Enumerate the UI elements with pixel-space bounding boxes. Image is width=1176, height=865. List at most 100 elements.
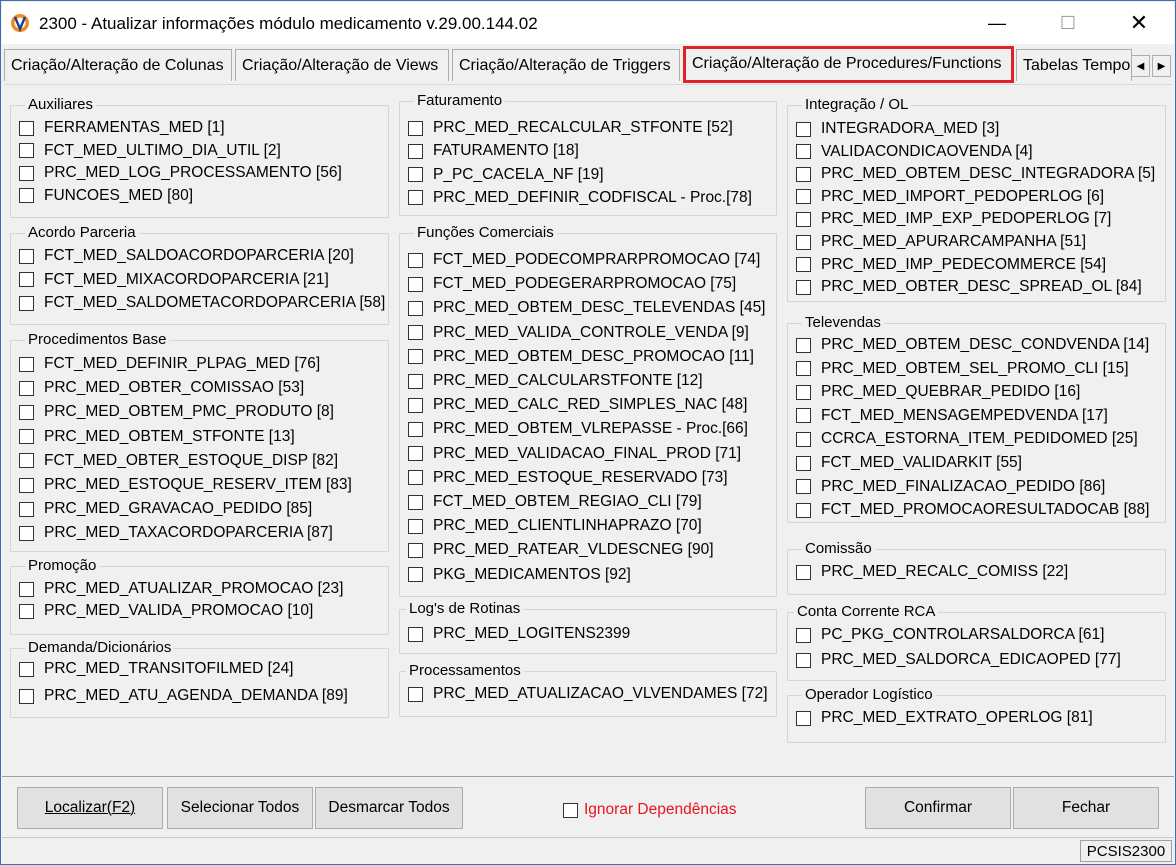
checkbox[interactable] — [796, 211, 811, 227]
checkbox-item[interactable]: PRC_MED_QUEBRAR_PEDIDO [16] — [796, 382, 1080, 402]
checkbox[interactable] — [19, 188, 34, 204]
checkbox-item[interactable]: P_PC_CACELA_NF [19] — [408, 165, 604, 185]
checkbox-item[interactable]: PRC_MED_OBTER_DESC_SPREAD_OL [84] — [796, 277, 1142, 297]
checkbox[interactable] — [408, 470, 423, 486]
checkbox[interactable] — [796, 166, 811, 182]
checkbox[interactable] — [19, 248, 34, 264]
checkbox[interactable] — [19, 581, 34, 597]
checkbox[interactable] — [19, 356, 34, 372]
checkbox[interactable] — [408, 143, 423, 159]
checkbox-item[interactable]: PRC_MED_OBTEM_DESC_PROMOCAO [11] — [408, 347, 754, 367]
checkbox[interactable] — [796, 361, 811, 377]
checkbox-item[interactable]: PRC_MED_ATUALIZAR_PROMOCAO [23] — [19, 579, 343, 599]
checkbox-item[interactable]: FATURAMENTO [18] — [408, 141, 579, 161]
checkbox[interactable] — [796, 455, 811, 471]
checkbox-item[interactable]: FCT_MED_ULTIMO_DIA_UTIL [2] — [19, 141, 281, 161]
tab-colunas[interactable]: Criação/Alteração de Colunas — [4, 49, 232, 81]
minimize-button[interactable]: — — [974, 2, 1020, 44]
checkbox-item[interactable]: PRC_MED_ESTOQUE_RESERVADO [73] — [408, 468, 728, 488]
checkbox-item[interactable]: FUNCOES_MED [80] — [19, 186, 193, 206]
checkbox[interactable] — [796, 502, 811, 518]
checkbox-item[interactable]: FCT_MED_PODECOMPRARPROMOCAO [74] — [408, 250, 760, 270]
checkbox[interactable] — [19, 380, 34, 396]
checkbox-item[interactable]: PRC_MED_ESTOQUE_RESERV_ITEM [83] — [19, 475, 352, 495]
tab-scroll-right-icon[interactable]: ▶ — [1152, 55, 1171, 77]
tab-views[interactable]: Criação/Alteração de Views — [235, 49, 449, 81]
checkbox[interactable] — [19, 429, 34, 445]
tab-tabelas-temporarias[interactable]: Tabelas Tempo — [1016, 49, 1132, 81]
checkbox[interactable] — [408, 276, 423, 292]
checkbox[interactable] — [19, 295, 34, 311]
checkbox-item[interactable]: FCT_MED_SALDOMETACORDOPARCERIA [58] — [19, 293, 385, 313]
checkbox-item[interactable]: PRC_MED_LOGITENS2399 — [408, 624, 630, 644]
checkbox-item[interactable]: PRC_MED_RECALC_COMISS [22] — [796, 562, 1068, 582]
desmarcar-todos-button[interactable]: Desmarcar Todos — [315, 787, 463, 829]
tab-scroll-left-icon[interactable]: ◀ — [1131, 55, 1150, 77]
checkbox[interactable] — [19, 477, 34, 493]
checkbox-item[interactable]: PRC_MED_VALIDA_CONTROLE_VENDA [9] — [408, 323, 749, 343]
checkbox[interactable] — [19, 404, 34, 420]
checkbox[interactable] — [796, 384, 811, 400]
checkbox-item[interactable]: VALIDACONDICAOVENDA [4] — [796, 142, 1033, 162]
checkbox[interactable] — [19, 688, 34, 704]
checkbox[interactable] — [19, 661, 34, 677]
checkbox[interactable] — [408, 518, 423, 534]
checkbox[interactable] — [19, 453, 34, 469]
checkbox-item[interactable]: FCT_MED_MIXACORDOPARCERIA [21] — [19, 270, 329, 290]
ignorar-dependencias-option[interactable]: Ignorar Dependências — [563, 801, 737, 819]
checkbox[interactable] — [408, 397, 423, 413]
checkbox-item[interactable]: PRC_MED_OBTEM_DESC_CONDVENDA [14] — [796, 335, 1149, 355]
checkbox-item[interactable]: PRC_MED_IMP_EXP_PEDOPERLOG [7] — [796, 209, 1111, 229]
checkbox-item[interactable]: PRC_MED_FINALIZACAO_PEDIDO [86] — [796, 477, 1105, 497]
checkbox-item[interactable]: CCRCA_ESTORNA_ITEM_PEDIDOMED [25] — [796, 429, 1138, 449]
checkbox-item[interactable]: PRC_MED_OBTEM_STFONTE [13] — [19, 427, 295, 447]
checkbox-item[interactable]: INTEGRADORA_MED [3] — [796, 119, 999, 139]
checkbox[interactable] — [408, 252, 423, 268]
checkbox[interactable] — [796, 431, 811, 447]
checkbox-item[interactable]: PRC_MED_OBTEM_DESC_TELEVENDAS [45] — [408, 298, 766, 318]
checkbox[interactable] — [408, 325, 423, 341]
selecionar-todos-button[interactable]: Selecionar Todos — [167, 787, 313, 829]
checkbox[interactable] — [796, 564, 811, 580]
checkbox-item[interactable]: FERRAMENTAS_MED [1] — [19, 118, 225, 138]
localizar-button[interactable]: Localizar(F2) — [17, 787, 163, 829]
checkbox[interactable] — [408, 494, 423, 510]
checkbox-item[interactable]: FCT_MED_PODEGERARPROMOCAO [75] — [408, 274, 736, 294]
confirmar-button[interactable]: Confirmar — [865, 787, 1011, 829]
checkbox-item[interactable]: PRC_MED_CALC_RED_SIMPLES_NAC [48] — [408, 395, 747, 415]
checkbox[interactable] — [19, 272, 34, 287]
checkbox-item[interactable]: FCT_MED_PROMOCAORESULTADOCAB [88] — [796, 500, 1149, 520]
checkbox-item[interactable]: PRC_MED_ATUALIZACAO_VLVENDAMES [72] — [408, 684, 768, 704]
maximize-button[interactable]: ☐ — [1045, 2, 1091, 44]
checkbox[interactable] — [408, 626, 423, 642]
checkbox[interactable] — [19, 120, 34, 136]
checkbox-item[interactable]: FCT_MED_SALDOACORDOPARCERIA [20] — [19, 246, 354, 266]
checkbox[interactable] — [408, 686, 423, 702]
checkbox-item[interactable]: PRC_MED_TRANSITOFILMED [24] — [19, 659, 294, 679]
fechar-button[interactable]: Fechar — [1013, 787, 1159, 829]
checkbox[interactable] — [796, 337, 811, 353]
checkbox[interactable] — [408, 190, 423, 206]
checkbox[interactable] — [796, 189, 811, 205]
checkbox-item[interactable]: PRC_MED_OBTEM_VLREPASSE - Proc.[66] — [408, 419, 748, 439]
checkbox-item[interactable]: FCT_MED_VALIDARKIT [55] — [796, 453, 1022, 473]
tab-triggers[interactable]: Criação/Alteração de Triggers — [452, 49, 680, 81]
checkbox-item[interactable]: PRC_MED_IMPORT_PEDOPERLOG [6] — [796, 187, 1104, 207]
checkbox-item[interactable]: FCT_MED_DEFINIR_PLPAG_MED [76] — [19, 354, 320, 374]
checkbox-item[interactable]: PRC_MED_EXTRATO_OPERLOG [81] — [796, 708, 1093, 728]
checkbox-item[interactable]: PRC_MED_RECALCULAR_STFONTE [52] — [408, 118, 733, 138]
checkbox[interactable] — [796, 710, 811, 726]
checkbox-item[interactable]: PRC_MED_VALIDA_PROMOCAO [10] — [19, 601, 313, 621]
checkbox-item[interactable]: PRC_MED_LOG_PROCESSAMENTO [56] — [19, 163, 342, 183]
checkbox[interactable] — [796, 121, 811, 137]
checkbox-item[interactable]: FCT_MED_OBTER_ESTOQUE_DISP [82] — [19, 451, 338, 471]
checkbox[interactable] — [796, 144, 811, 160]
checkbox[interactable] — [796, 627, 811, 643]
checkbox-item[interactable]: FCT_MED_OBTEM_REGIAO_CLI [79] — [408, 492, 702, 512]
checkbox[interactable] — [19, 165, 34, 181]
checkbox-item[interactable]: PRC_MED_OBTER_COMISSAO [53] — [19, 378, 304, 398]
checkbox[interactable] — [19, 143, 34, 159]
checkbox-item[interactable]: PRC_MED_OBTEM_SEL_PROMO_CLI [15] — [796, 359, 1129, 379]
checkbox[interactable] — [408, 300, 423, 316]
checkbox-item[interactable]: PRC_MED_VALIDACAO_FINAL_PROD [71] — [408, 444, 741, 464]
